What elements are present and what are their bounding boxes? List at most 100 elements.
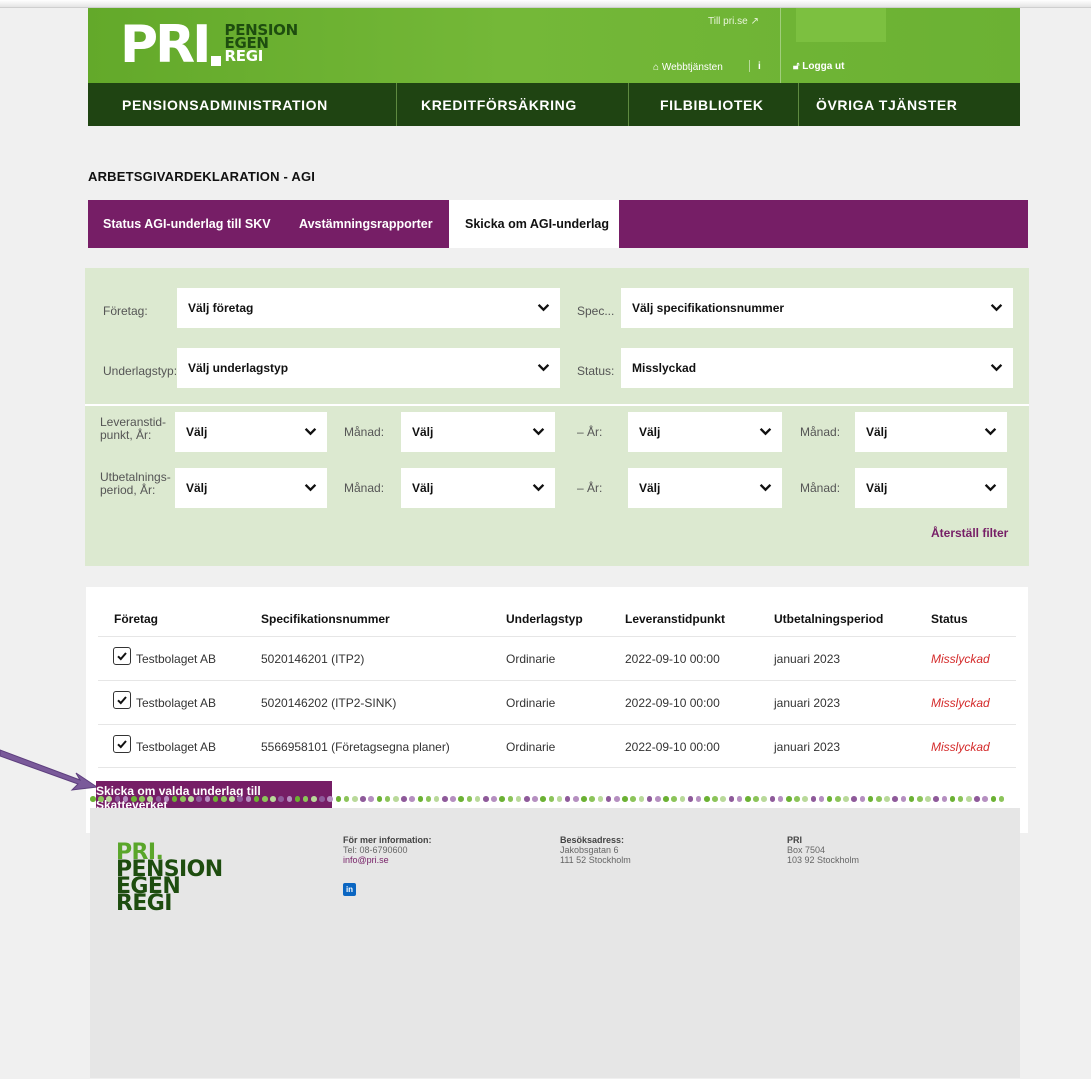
footer-logo: PRI. PENSION EGEN REGI [116, 842, 223, 915]
nav-kreditforsakring[interactable]: KREDITFÖRSÄKRING [396, 83, 628, 126]
spec-select[interactable]: Välj specifikationsnummer [621, 288, 1013, 328]
logo-sub-regi: REGI [224, 47, 264, 65]
footer-dot [491, 796, 497, 802]
footer-dot [171, 796, 178, 802]
footer-dot [663, 796, 669, 802]
status-select-value: Misslyckad [632, 361, 697, 375]
logout-link[interactable]: 🔓︎ Logga ut [793, 61, 844, 72]
footer-dot [376, 796, 383, 802]
reset-filter-link[interactable]: Återställ filter [931, 526, 1008, 540]
footer-dot [540, 796, 546, 802]
cell-company: Testbolaget AB [136, 740, 217, 754]
row-checkbox[interactable] [113, 735, 131, 753]
footer-dot [704, 796, 710, 802]
footer-visit-address: Besöksadress: Jakobsgatan 6 111 52 Stock… [560, 835, 631, 865]
utbetalningsperiod-label: Utbetalnings- period, År: [100, 471, 171, 497]
footer-email-link[interactable]: info@pri.se [343, 855, 432, 865]
lev-month-from-select[interactable]: Välj [401, 412, 555, 452]
footer-dot [761, 796, 767, 802]
footer-dot [712, 796, 718, 802]
lev-year-to-select[interactable]: Välj [628, 412, 782, 452]
cell-company: Testbolaget AB [136, 696, 217, 710]
utb-month-to-select[interactable]: Välj [855, 468, 1007, 508]
footer-dot [884, 796, 890, 802]
footer-dot [483, 796, 489, 802]
utb-year-to-select[interactable]: Välj [628, 468, 782, 508]
footer-dot [933, 796, 939, 802]
footer-dot [515, 796, 522, 802]
footer-dot [949, 796, 956, 802]
footer-dot [114, 796, 121, 802]
underlagstyp-label: Underlagstyp: [103, 364, 178, 378]
column-header-underlagstyp: Underlagstyp [506, 612, 583, 626]
nav-pensionsadministration[interactable]: PENSIONSADMINISTRATION [88, 83, 396, 126]
nav-ovriga-tjanster[interactable]: ÖVRIGA TJÄNSTER [798, 83, 1020, 126]
footer-dot [163, 796, 170, 802]
select-value: Välj [639, 481, 661, 495]
filter-panel: Företag: Välj företag Spec... Välj speci… [85, 268, 1029, 566]
linkedin-icon[interactable]: in [343, 883, 356, 896]
webbtjansten-link[interactable]: ⌂ Webbtjänsten [653, 62, 723, 73]
footer-dot [646, 796, 653, 802]
table-row: Testbolaget AB 5020146202 (ITP2-SINK) Or… [98, 680, 1016, 724]
lev-year-from-select[interactable]: Välj [175, 412, 327, 452]
utb-month-from-select[interactable]: Välj [401, 468, 555, 508]
footer-dot [916, 796, 923, 802]
footer-dot [409, 796, 415, 802]
underlagstyp-select[interactable]: Välj underlagstyp [177, 348, 560, 388]
chevron-down-icon [759, 427, 772, 436]
chevron-down-icon [537, 303, 550, 312]
row-checkbox[interactable] [113, 691, 131, 709]
lock-icon: 🔓︎ [793, 61, 800, 72]
footer-dot [270, 796, 276, 802]
utb-year-from-select[interactable]: Välj [175, 468, 327, 508]
footer-dot [597, 796, 604, 802]
footer-dot [147, 796, 153, 802]
footer-dot [106, 796, 112, 802]
info-icon[interactable]: i [758, 61, 761, 72]
pri-logo[interactable]: PRI PENSION EGEN REGI [120, 15, 298, 75]
footer-dot [925, 796, 931, 802]
footer-dot [614, 796, 620, 802]
footer-dot [212, 796, 219, 802]
foretag-select[interactable]: Välj företag [177, 288, 560, 328]
footer-dot [139, 796, 145, 802]
external-link-icon: ↗ [750, 16, 760, 27]
footer-dot [581, 796, 587, 802]
footer-dot [745, 796, 751, 802]
chevron-down-icon [759, 483, 772, 492]
footer-postal-heading: PRI [787, 835, 803, 845]
checkmark-icon [117, 652, 127, 661]
footer-dot [98, 796, 104, 802]
cell-company: Testbolaget AB [136, 652, 217, 666]
status-select[interactable]: Misslyckad [621, 348, 1013, 388]
tab-status-agi[interactable]: Status AGI-underlag till SKV [103, 200, 271, 248]
footer-dot [90, 796, 96, 802]
footer-dot [204, 796, 211, 802]
foretag-select-value: Välj företag [188, 301, 254, 315]
leveranstidpunkt-label: Leveranstid- punkt, År: [100, 416, 166, 442]
till-pri-link[interactable]: Till pri.se ↗ [708, 16, 759, 27]
footer-dot [417, 796, 424, 802]
footer-dot [343, 796, 350, 802]
logout-label: Logga ut [802, 61, 845, 72]
row-checkbox[interactable] [113, 647, 131, 665]
lev-month-to-select[interactable]: Välj [855, 412, 1007, 452]
header-account-box [796, 8, 886, 42]
cell-type: Ordinarie [506, 696, 556, 710]
footer-dot [302, 796, 309, 802]
footer-dot [843, 796, 849, 802]
manad-label: Månad: [800, 425, 841, 439]
filter-divider [85, 404, 1029, 406]
column-header-specifikationsnummer: Specifikationsnummer [261, 612, 390, 626]
footer-dot [810, 796, 817, 802]
footer-contact: För mer information: Tel: 08-6790600 inf… [343, 835, 432, 865]
footer-dot [622, 796, 628, 802]
tab-skicka-om[interactable]: Skicka om AGI-underlag [449, 200, 619, 248]
footer-dot [474, 796, 481, 802]
leveranstidpunkt-label-line2: punkt, År: [100, 428, 152, 442]
logo-pri-text: PRI [120, 15, 211, 75]
nav-filbibliotek[interactable]: FILBIBLIOTEK [628, 83, 798, 126]
tab-avstamningsrapporter[interactable]: Avstämningsrapporter [299, 200, 433, 248]
main-nav: PENSIONSADMINISTRATION KREDITFÖRSÄKRING … [88, 83, 1020, 126]
